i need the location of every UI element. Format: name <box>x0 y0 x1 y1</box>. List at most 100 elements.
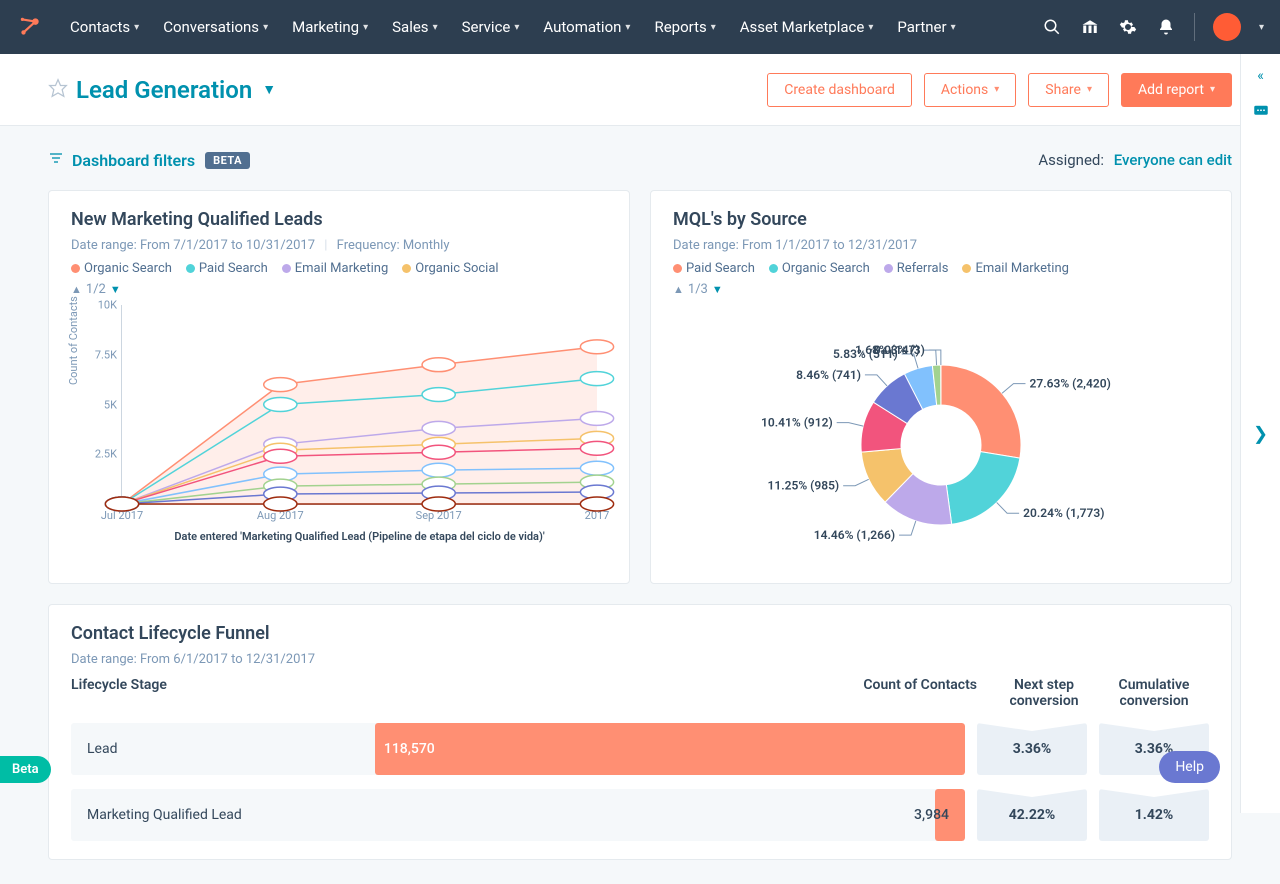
date-range: Date range: From 7/1/2017 to 10/31/2017 <box>71 238 315 253</box>
donut-label: 20.24% (1,773) <box>1023 506 1104 520</box>
donut-label: 14.46% (1,266) <box>814 528 895 542</box>
legend-item[interactable]: Paid Search <box>673 261 755 276</box>
col-count: Count of Contacts <box>827 677 977 709</box>
legend-item[interactable]: Organic Search <box>769 261 870 276</box>
donut-chart-area: 27.63% (2,420) 20.24% (1,773) 14.46% (1,26… <box>673 305 1209 565</box>
actions-button[interactable]: Actions▾ <box>924 73 1016 107</box>
add-report-label: Add report <box>1138 82 1204 98</box>
y-tick: 2.5K <box>82 448 117 461</box>
funnel-count: 3,984 <box>914 807 965 823</box>
funnel-bar: Lead118,570 <box>71 723 965 775</box>
legend-item[interactable]: Email Marketing <box>962 261 1068 276</box>
dashboard-filters-link[interactable]: Dashboard filters <box>72 151 195 170</box>
nav-item-marketing[interactable]: Marketing▾ <box>282 10 378 44</box>
next-conversion: 42.22% <box>977 789 1087 841</box>
y-tick: 10K <box>82 299 117 312</box>
y-axis-label: Count of Contacts <box>67 296 80 385</box>
bell-icon[interactable] <box>1156 17 1176 37</box>
funnel-stage-label: Lead <box>71 741 117 757</box>
add-report-button[interactable]: Add report ▾ <box>1121 73 1232 107</box>
chart-legend: Paid Search Organic Search Referrals Email … <box>673 261 1209 276</box>
comments-icon[interactable] <box>1252 102 1270 124</box>
chart-title: MQL's by Source <box>673 209 1209 230</box>
legend-item[interactable]: Organic Social <box>402 261 498 276</box>
assigned-block: Assigned: Everyone can edit <box>1038 151 1232 169</box>
top-nav: Contacts▾Conversations▾Marketing▾Sales▾S… <box>0 0 1280 54</box>
beta-badge: BETA <box>205 152 250 169</box>
chart-subtitle: Date range: From 7/1/2017 to 10/31/2017 … <box>71 238 607 253</box>
hubspot-logo-icon[interactable] <box>16 13 44 41</box>
collapse-rail-icon[interactable]: « <box>1257 68 1264 84</box>
filter-icon[interactable] <box>48 150 64 170</box>
legend-item[interactable]: Paid Search <box>186 261 268 276</box>
nav-items: Contacts▾Conversations▾Marketing▾Sales▾S… <box>60 10 966 44</box>
funnel-row: Marketing Qualified Lead 3,984 42.22%1.42% <box>71 789 1209 841</box>
header-actions: Create dashboard Actions▾ Share▾ Add rep… <box>767 73 1232 107</box>
avatar[interactable] <box>1213 13 1241 41</box>
pager-text: 1/2 <box>86 282 106 297</box>
chart-title: New Marketing Qualified Leads <box>71 209 607 230</box>
actions-label: Actions <box>941 82 988 98</box>
legend-pager: ▲ 1/3 ▼ <box>673 282 1209 297</box>
donut-label: 0.03% (3) <box>874 343 925 357</box>
nav-divider <box>1194 13 1195 41</box>
y-tick: 7.5K <box>82 348 117 361</box>
frequency: Frequency: Monthly <box>337 238 450 253</box>
donut-label: 27.63% (2,420) <box>1029 377 1110 391</box>
donut-slice[interactable] <box>941 365 1021 458</box>
donut-label: 10.41% (912) <box>761 416 833 430</box>
col-stage: Lifecycle Stage <box>71 677 827 709</box>
funnel-bar: Marketing Qualified Lead 3,984 <box>71 789 965 841</box>
assigned-link[interactable]: Everyone can edit <box>1114 151 1232 169</box>
col-cum: Cumulative conversion <box>1099 677 1209 709</box>
legend-item[interactable]: Email Marketing <box>282 261 388 276</box>
create-dashboard-button[interactable]: Create dashboard <box>767 73 912 107</box>
chevron-down-icon: ▾ <box>1087 84 1092 95</box>
cumulative-conversion: 1.42% <box>1099 789 1209 841</box>
nav-item-contacts[interactable]: Contacts▾ <box>60 10 149 44</box>
nav-item-conversations[interactable]: Conversations▾ <box>153 10 278 44</box>
chart-legend: Organic Search Paid Search Email Marketing… <box>71 261 607 276</box>
expand-rail-icon[interactable]: ❯ <box>1253 423 1268 444</box>
account-menu-chevron-icon[interactable]: ▾ <box>1259 22 1264 33</box>
help-pill[interactable]: Help <box>1159 751 1220 783</box>
pager-text: 1/3 <box>688 282 708 297</box>
donut-chart-card: MQL's by Source Date range: From 1/1/201… <box>650 190 1232 584</box>
legend-item[interactable]: Referrals <box>884 261 949 276</box>
nav-item-partner[interactable]: Partner▾ <box>887 10 965 44</box>
dashboard-switcher-icon[interactable]: ▼ <box>262 81 276 98</box>
gear-icon[interactable] <box>1118 17 1138 37</box>
x-axis-label: Date entered 'Marketing Qualified Lead (… <box>122 530 597 544</box>
next-conversion: 3.36% <box>977 723 1087 775</box>
favorite-star-icon[interactable] <box>48 78 68 102</box>
legend-item[interactable]: Organic Search <box>71 261 172 276</box>
search-icon[interactable] <box>1042 17 1062 37</box>
pager-next-icon[interactable]: ▼ <box>110 283 121 296</box>
share-label: Share <box>1045 82 1081 98</box>
charts-row: New Marketing Qualified Leads Date range… <box>48 190 1232 584</box>
col-next: Next step conversion <box>989 677 1099 709</box>
right-rail: « ❯ <box>1240 54 1280 813</box>
legend-pager: ▲ 1/2 ▼ <box>71 282 607 297</box>
donut-label: 11.25% (985) <box>768 479 840 493</box>
beta-pill[interactable]: Beta <box>0 756 51 783</box>
funnel-card: Contact Lifecycle Funnel Date range: Fro… <box>48 604 1232 860</box>
marketplace-icon[interactable] <box>1080 17 1100 37</box>
pager-prev-icon[interactable]: ▲ <box>673 283 684 296</box>
line-chart-area: Count of Contacts 02.5K5K7.5K10KJul 2017… <box>71 305 607 545</box>
filters-row: Dashboard filters BETA Assigned: Everyon… <box>48 150 1232 170</box>
funnel-stage-label: Marketing Qualified Lead <box>71 807 242 823</box>
chevron-down-icon: ▾ <box>1210 84 1215 95</box>
pager-prev-icon[interactable]: ▲ <box>71 283 82 296</box>
nav-item-reports[interactable]: Reports▾ <box>644 10 725 44</box>
nav-item-sales[interactable]: Sales▾ <box>382 10 447 44</box>
funnel-header: Lifecycle Stage Count of Contacts Next s… <box>71 677 1209 709</box>
separator: | <box>324 238 327 253</box>
nav-right: ▾ <box>1042 13 1264 41</box>
share-button[interactable]: Share ▾ <box>1028 73 1109 107</box>
pager-next-icon[interactable]: ▼ <box>712 283 723 296</box>
nav-item-service[interactable]: Service▾ <box>452 10 530 44</box>
nav-item-automation[interactable]: Automation▾ <box>533 10 640 44</box>
nav-item-asset-marketplace[interactable]: Asset Marketplace▾ <box>730 10 884 44</box>
line-plot: 02.5K5K7.5K10KJul 2017Aug 2017Sep 2017Oc… <box>121 305 597 505</box>
